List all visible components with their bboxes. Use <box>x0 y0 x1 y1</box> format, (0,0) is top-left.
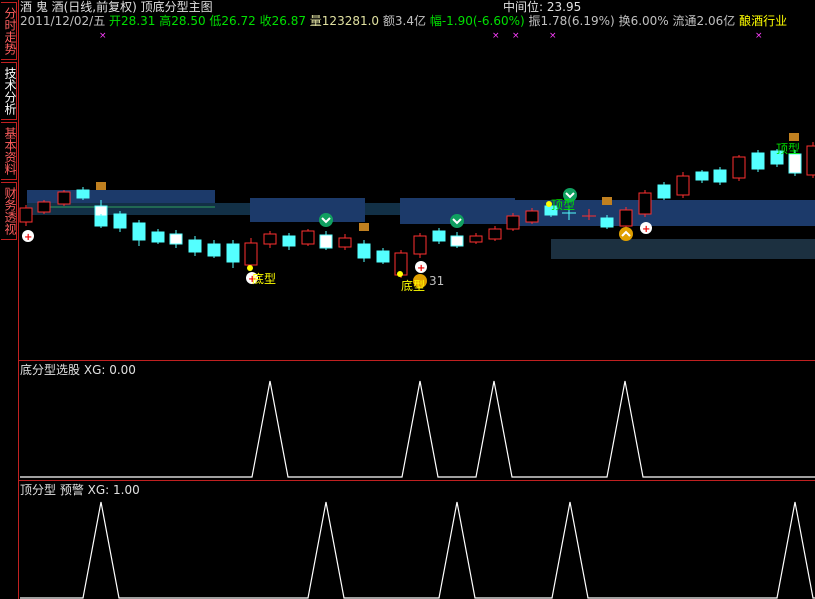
candle-body <box>132 222 146 241</box>
candle-body <box>638 192 652 215</box>
panel3-title: 顶分型 预警 XG: 1.00 <box>20 483 140 497</box>
candle-body <box>619 209 633 227</box>
candle-body <box>94 215 108 227</box>
top-pattern-label: 顶型 <box>776 142 801 156</box>
candle-body <box>263 233 277 245</box>
candle-body <box>338 237 352 248</box>
candle-body <box>226 243 240 263</box>
bottom-pattern-label: 底型 <box>401 279 426 293</box>
candle-body <box>695 171 709 181</box>
up-chevron-icon <box>619 227 633 241</box>
candle-body <box>600 217 614 228</box>
marker-x: × <box>512 31 520 41</box>
candle-body <box>151 231 165 243</box>
svg-text:+: + <box>24 232 32 243</box>
candle-body <box>751 152 765 170</box>
candle-body <box>713 169 727 183</box>
candle-body <box>432 230 446 242</box>
candle-body <box>806 145 815 176</box>
candle-body <box>19 207 33 223</box>
candle-body <box>788 153 802 174</box>
candle-body <box>244 242 258 266</box>
panel2-title: 底分型选股 XG: 0.00 <box>20 363 136 377</box>
marker-x: × <box>549 31 557 41</box>
svg-text:+: + <box>642 224 650 235</box>
candle-body <box>188 239 202 253</box>
candle-body <box>676 175 690 196</box>
candle-body <box>657 184 671 199</box>
candle-body <box>469 235 483 243</box>
candle-body <box>319 234 333 249</box>
down-chevron-icon <box>450 214 464 228</box>
marker-x: × <box>755 31 763 41</box>
candle-body <box>76 189 90 199</box>
flag-icon <box>789 133 799 141</box>
top-fractal-indicator-line <box>20 501 815 599</box>
svg-text:+: + <box>417 263 425 274</box>
candle-body <box>450 235 464 247</box>
top-pattern-label: 顶型 <box>551 198 576 212</box>
candle-body <box>413 235 427 255</box>
flag-icon <box>602 197 612 205</box>
candle-body <box>37 201 51 213</box>
candle-body <box>525 210 539 223</box>
flag-icon <box>359 223 369 231</box>
flag-icon <box>96 182 106 190</box>
price-marker-label: 31 <box>429 274 445 288</box>
candle-body <box>488 228 502 240</box>
candle-body <box>301 230 315 245</box>
candle-body <box>506 215 520 230</box>
candle-body <box>282 235 296 247</box>
candle-body <box>207 243 221 257</box>
candle-body <box>732 156 746 179</box>
bottom-pattern-label: 底型 <box>252 272 277 286</box>
candle-body <box>357 243 371 259</box>
bottom-fractal-indicator-line <box>20 380 815 478</box>
down-chevron-icon <box>319 213 333 227</box>
candle-body <box>376 250 390 263</box>
marker-x: × <box>99 31 107 41</box>
marker-x: × <box>492 31 500 41</box>
candle-body <box>169 233 183 245</box>
kline-chart[interactable]: × × × × × + + + + <box>0 0 815 599</box>
candle-body <box>57 191 71 205</box>
candle-body <box>113 213 127 229</box>
